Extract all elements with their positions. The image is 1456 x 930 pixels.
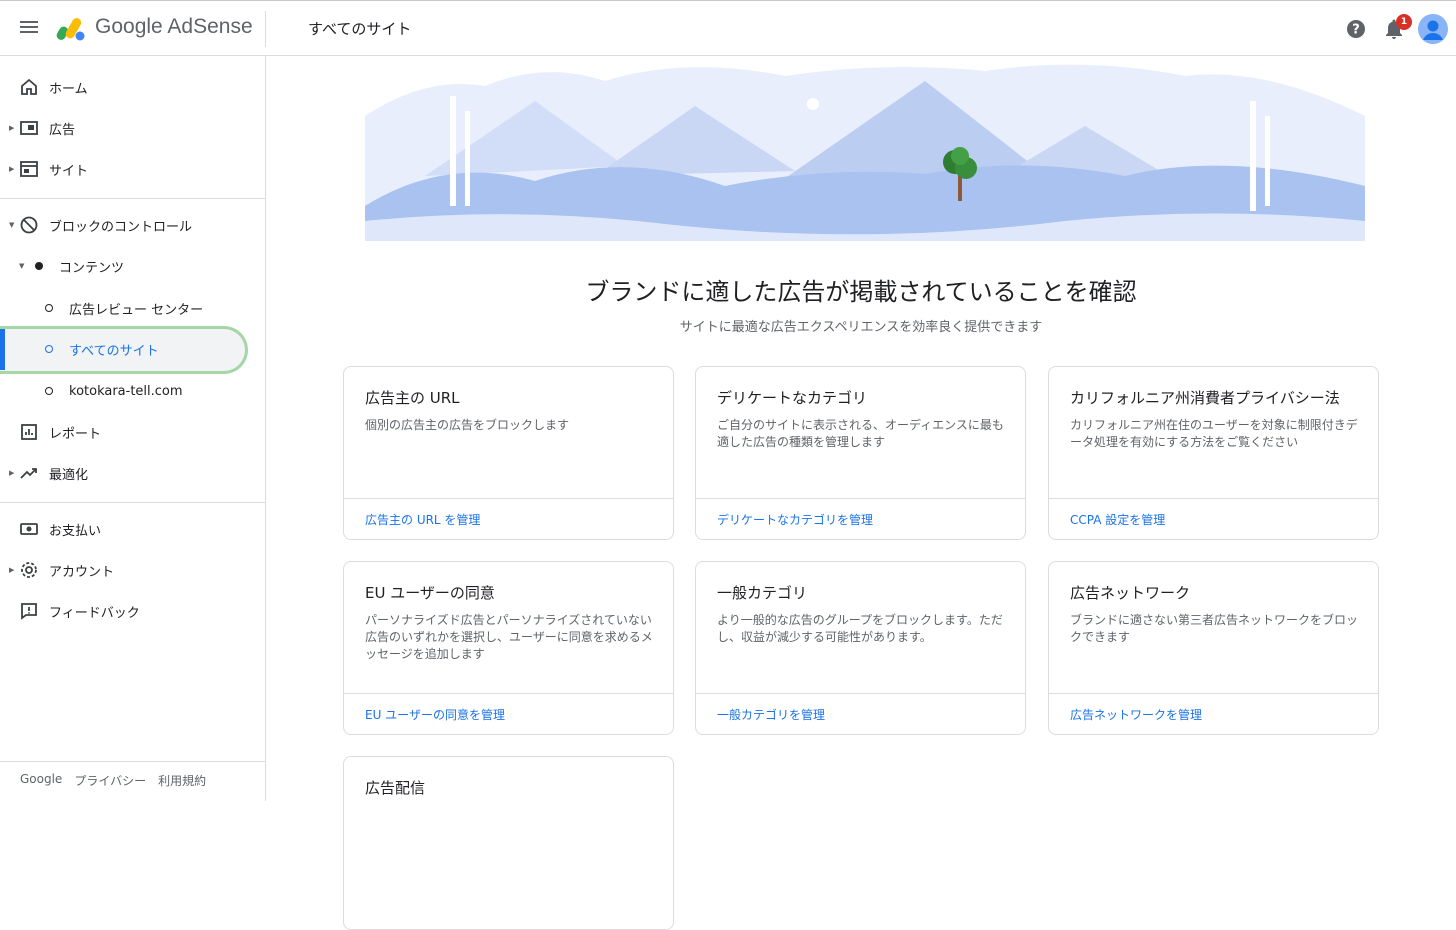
card-divider <box>1049 498 1378 499</box>
manage-eu-consent-link[interactable]: EU ユーザーの同意を管理 <box>365 706 505 723</box>
sidebar-item-label: アカウント <box>49 564 115 580</box>
main-heading: ブランドに適した広告が掲載されていることを確認 <box>585 278 1137 306</box>
svg-text:?: ? <box>1352 23 1360 38</box>
card-title: 広告ネットワーク <box>1070 584 1191 602</box>
page-title: すべてのサイト <box>308 20 412 38</box>
sidebar-item-sites[interactable]: ▶ サイト <box>0 149 265 189</box>
expand-caret-icon[interactable]: ▶ <box>9 165 14 173</box>
sidebar-item-label: kotokara-tell.com <box>69 383 183 399</box>
avatar[interactable] <box>1418 14 1448 44</box>
adsense-logo-icon <box>56 18 85 41</box>
card-description: 個別の広告主の広告をブロックします <box>365 418 570 432</box>
card-description: より一般的な広告のグループをブロックします。ただし、収益が減少する可能性がありま… <box>717 613 1003 644</box>
card-divider <box>1049 693 1378 694</box>
sidebar-item-blocking-controls[interactable]: ▼ ブロックのコントロール <box>0 205 265 245</box>
sidebar-item-all-sites[interactable]: すべてのサイト <box>0 329 265 369</box>
sidebar-item-label: お支払い <box>49 523 102 539</box>
card-title: 一般カテゴリ <box>717 584 808 602</box>
sidebar: ホーム ▶ 広告 ▶ サイト ▼ ブロックのコントロール ▼ コンテンツ 広告レ… <box>0 56 266 801</box>
card-divider <box>696 498 1025 499</box>
card-title: デリケートなカテゴリ <box>717 389 868 407</box>
sidebar-item-account[interactable]: ▶ アカウント <box>0 550 265 590</box>
card-general-categories: 一般カテゴリ より一般的な広告のグループをブロックします。ただし、収益が減少する… <box>695 561 1026 735</box>
user-icon <box>1418 14 1448 44</box>
privacy-link[interactable]: プライバシー <box>74 772 146 789</box>
sidebar-item-ads[interactable]: ▶ 広告 <box>0 108 265 148</box>
card-divider <box>344 693 673 694</box>
sidebar-item-ad-review-center[interactable]: 広告レビュー センター <box>0 288 265 328</box>
bullet-icon <box>45 345 53 353</box>
manage-advertiser-urls-link[interactable]: 広告主の URL を管理 <box>365 511 480 528</box>
header-divider <box>265 11 266 47</box>
bullet-icon <box>45 387 53 395</box>
expand-caret-icon[interactable]: ▶ <box>9 566 14 574</box>
card-title: 広告主の URL <box>365 389 460 407</box>
card-description: カリフォルニア州在住のユーザーを対象に制限付きデータ処理を有効にする方法をご覧く… <box>1070 418 1358 449</box>
bullet-icon <box>35 262 43 270</box>
card-title: カリフォルニア州消費者プライバシー法 <box>1070 389 1340 407</box>
feedback-icon <box>21 603 37 620</box>
main-subheading: サイトに最適な広告エクスペリエンスを効率良く提供できます <box>679 320 1043 335</box>
card-description: ブランドに適さない第三者広告ネットワークをブロックできます <box>1070 613 1359 644</box>
card-description: パーソナライズド広告とパーソナライズされていない広告のいずれかを選択し、ユーザー… <box>365 613 653 661</box>
card-ad-serving: 広告配信 <box>343 756 674 930</box>
sidebar-item-feedback[interactable]: フィードバック <box>0 591 265 631</box>
card-sensitive-categories: デリケートなカテゴリ ご自分のサイトに表示される、オーディエンスに最も適した広告… <box>695 366 1026 540</box>
card-title: EU ユーザーの同意 <box>365 584 495 602</box>
sidebar-item-label: 広告 <box>49 122 76 138</box>
sidebar-footer: Google プライバシー 利用規約 <box>20 772 206 789</box>
sidebar-item-payments[interactable]: お支払い <box>0 509 265 549</box>
sidebar-item-label: フィードバック <box>49 605 140 621</box>
sidebar-item-label: レポート <box>49 426 102 442</box>
menu-icon[interactable] <box>18 18 40 40</box>
manage-ad-networks-link[interactable]: 広告ネットワークを管理 <box>1070 706 1202 723</box>
collapse-caret-icon[interactable]: ▼ <box>9 221 14 229</box>
ads-icon <box>20 121 38 135</box>
sidebar-item-home[interactable]: ホーム <box>0 67 265 107</box>
card-ad-networks: 広告ネットワーク ブランドに適さない第三者広告ネットワークをブロックできます 広… <box>1048 561 1379 735</box>
sidebar-item-content[interactable]: ▼ コンテンツ <box>0 246 265 286</box>
card-divider <box>696 693 1025 694</box>
block-icon <box>20 216 38 234</box>
sites-icon <box>20 161 38 177</box>
sidebar-divider <box>0 198 265 199</box>
gear-icon <box>21 562 37 578</box>
payments-icon <box>20 523 38 535</box>
manage-sensitive-categories-link[interactable]: デリケートなカテゴリを管理 <box>717 511 873 528</box>
bullet-icon <box>45 304 53 312</box>
manage-general-categories-link[interactable]: 一般カテゴリを管理 <box>717 706 825 723</box>
reports-icon <box>21 424 37 440</box>
help-icon[interactable]: ? <box>1346 19 1366 39</box>
notification-badge: 1 <box>1396 14 1412 30</box>
card-advertiser-urls: 広告主の URL 個別の広告主の広告をブロックします 広告主の URL を管理 <box>343 366 674 540</box>
home-icon <box>21 78 37 95</box>
expand-caret-icon[interactable]: ▶ <box>9 124 14 132</box>
collapse-caret-icon[interactable]: ▼ <box>19 262 24 270</box>
hero-landscape-illustration <box>365 64 1365 241</box>
sidebar-footer-divider <box>0 761 265 762</box>
card-ccpa: カリフォルニア州消費者プライバシー法 カリフォルニア州在住のユーザーを対象に制限… <box>1048 366 1379 540</box>
app-name[interactable]: Google AdSense <box>95 15 253 39</box>
terms-link[interactable]: 利用規約 <box>158 772 206 789</box>
sidebar-item-label: すべてのサイト <box>69 343 159 359</box>
sidebar-item-label: 最適化 <box>49 467 89 483</box>
card-eu-user-consent: EU ユーザーの同意 パーソナライズド広告とパーソナライズされていない広告のいず… <box>343 561 674 735</box>
top-app-bar: Google AdSense すべてのサイト ? 1 <box>0 0 1456 56</box>
sidebar-divider <box>0 502 265 503</box>
sidebar-item-site-domain[interactable]: kotokara-tell.com <box>0 371 265 411</box>
sidebar-item-label: ホーム <box>49 81 88 97</box>
sidebar-item-label: サイト <box>49 163 89 179</box>
expand-caret-icon[interactable]: ▶ <box>9 469 14 477</box>
sidebar-item-optimization[interactable]: ▶ 最適化 <box>0 453 265 493</box>
sidebar-item-reports[interactable]: レポート <box>0 412 265 452</box>
manage-ccpa-link[interactable]: CCPA 設定を管理 <box>1070 511 1165 528</box>
card-title: 広告配信 <box>365 779 426 797</box>
google-link[interactable]: Google <box>20 772 62 789</box>
card-description: ご自分のサイトに表示される、オーディエンスに最も適した広告の種類を管理します <box>717 418 1004 449</box>
sidebar-item-label: 広告レビュー センター <box>69 302 204 318</box>
trending-up-icon <box>20 468 37 479</box>
card-divider <box>344 498 673 499</box>
sidebar-item-label: ブロックのコントロール <box>49 219 193 235</box>
sidebar-item-label: コンテンツ <box>59 260 125 276</box>
